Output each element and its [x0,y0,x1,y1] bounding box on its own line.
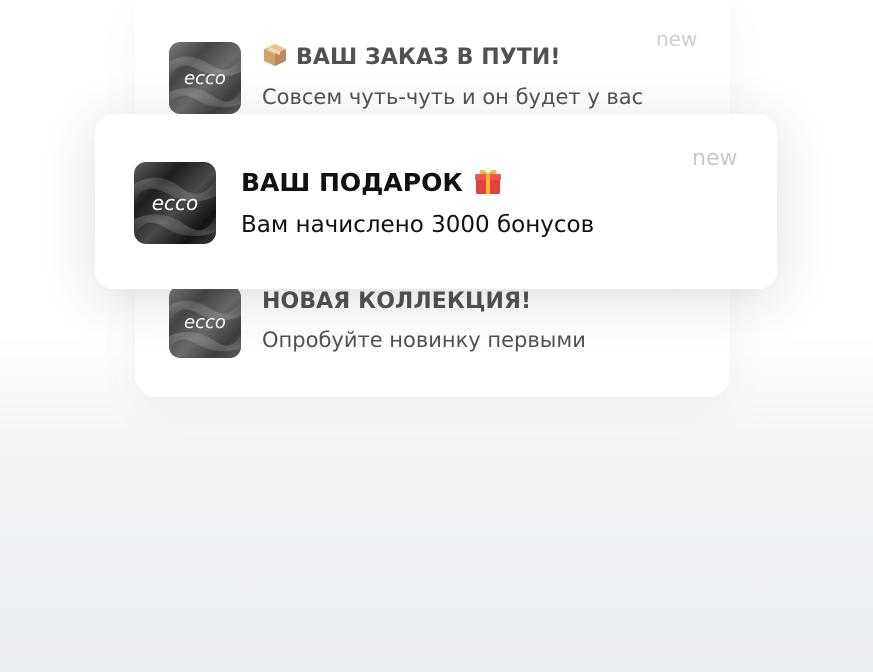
brand-logo-icon: ecco [169,286,241,358]
notification-body: Совсем чуть-чуть и он будет у вас [262,85,644,109]
svg-text:ecco: ecco [184,312,226,333]
notification-body: Опробуйте новинку первыми [262,328,586,352]
notification-body: Вам начислено 3000 бонусов [241,212,595,238]
notification-gift-card[interactable]: ecco ВАШ ПОДАРОК Вам начислено 3000 бону… [95,114,777,289]
notification-title: ВАШ ЗАКАЗ В ПУТИ! [262,42,561,71]
package-icon [262,42,288,68]
brand-logo-icon: ecco [134,162,216,244]
new-badge: new [656,27,698,51]
new-badge: new [692,146,738,171]
gift-icon [473,166,503,196]
notification-title: ВАШ ПОДАРОК [241,168,503,199]
notification-title: НОВАЯ КОЛЛЕКЦИЯ! [262,289,532,314]
svg-text:ecco: ecco [184,68,226,89]
svg-text:ecco: ecco [152,191,199,215]
brand-logo-icon: ecco [169,42,241,114]
